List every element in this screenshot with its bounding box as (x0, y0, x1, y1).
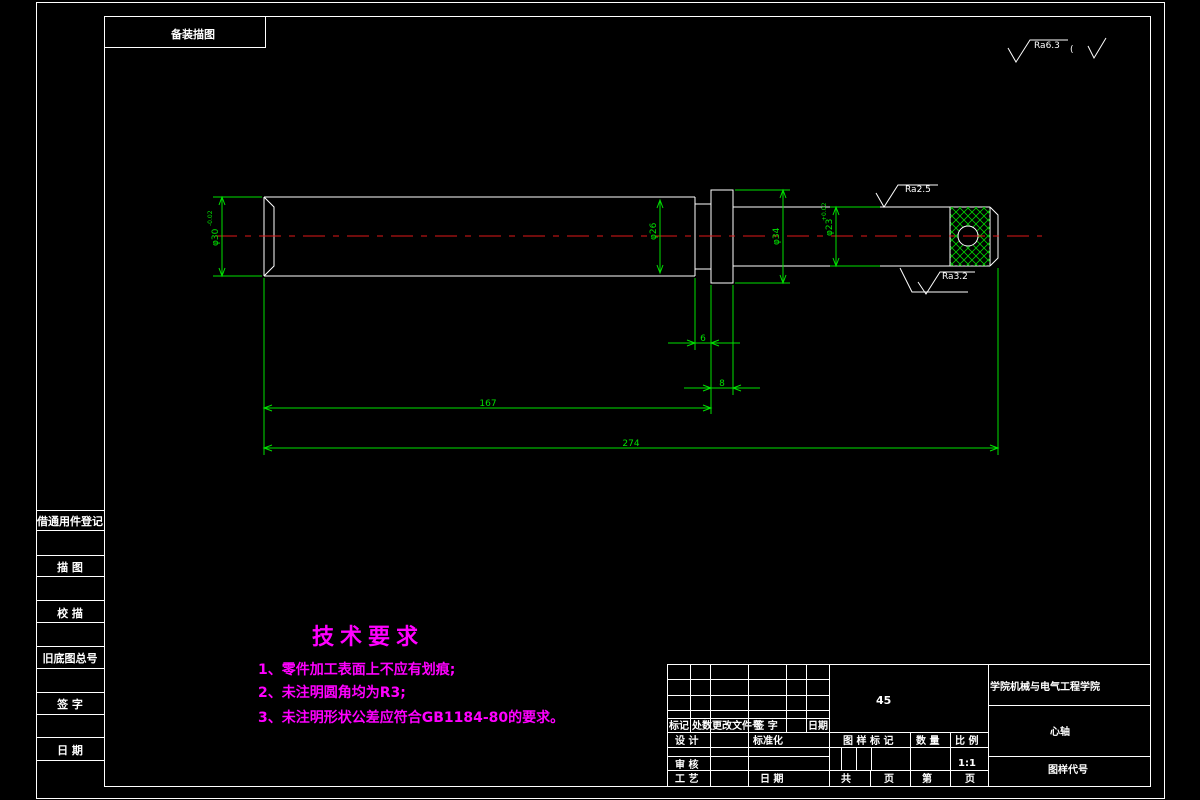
tb-chushu: 处数 (691, 719, 713, 732)
dim-d30-tol: -0.02 (207, 210, 214, 226)
dim-274: 274 (622, 439, 639, 449)
roughness-plain-icon (1087, 37, 1107, 60)
dim-6: 6 (700, 334, 706, 344)
tb-drawing-no: 图样代号 (1048, 763, 1088, 776)
dim-167: 167 (479, 399, 496, 409)
roughness-paren: ( (1070, 45, 1074, 55)
tb-sheji: 设 计 (675, 734, 698, 747)
roughness-symbol-general: Ra6.3 ( (1007, 37, 1107, 63)
tb-ye2: 页 (965, 773, 975, 785)
tb-bili: 比 例 (955, 734, 978, 747)
tb-riqi: 日期 (808, 719, 828, 732)
tech-item-3: 3、未注明形状公差应符合GB1184-80的要求。 (258, 709, 564, 726)
tb-tuyang-biaoji: 图 样 标 记 (843, 734, 893, 747)
tb-school: 学院机械与电气工程学院 (990, 680, 1100, 693)
roughness-general-label: Ra6.3 (1034, 41, 1060, 51)
side-label-3: 旧底图总号 (43, 651, 98, 665)
tech-item-2: 2、未注明圆角均为R3; (258, 684, 406, 701)
tb-qianzi: 签 字 (753, 719, 777, 732)
tb-biaozhunhua: 标准化 (752, 734, 783, 747)
tb-scale: 1:1 (958, 758, 976, 769)
side-label-0: 借通用件登记 (36, 514, 103, 528)
tech-requirements: 技术要求 1、零件加工表面上不应有划痕; 2、未注明圆角均为R3; 3、未注明形… (258, 625, 564, 726)
side-label-2: 校 描 (57, 606, 83, 620)
dimensions: φ30 -0.02 φ26 φ34 φ23 +0.02 6 8 167 274 (207, 188, 1000, 455)
tb-part-name: 心轴 (1050, 725, 1070, 738)
shaft-part (215, 189, 1042, 284)
drawing-canvas: 备装描图 Ra6.3 ( 借通用件登记 描 图 校 描 旧底图总号 签 字 日 … (36, 2, 1165, 799)
dim-8: 8 (719, 379, 725, 389)
roughness-ra25: Ra2.5 (905, 185, 931, 195)
tech-item-1: 1、零件加工表面上不应有划痕; (258, 661, 455, 678)
tech-title: 技术要求 (312, 625, 424, 650)
side-label-1: 描 图 (57, 560, 83, 574)
dim-d26: φ26 (649, 222, 659, 240)
tb-shuliang: 数 量 (916, 734, 939, 747)
corner-label: 备装描图 (170, 27, 215, 41)
title-block: 标记 处数 更改文件号 签 字 日期 设 计 标准化 审 核 工 艺 日 期 4… (667, 664, 1151, 787)
dim-d23-tol: +0.02 (821, 202, 828, 221)
outer-border (36, 2, 1165, 799)
tb-material: 45 (876, 694, 891, 707)
roughness-ra32: Ra3.2 (942, 272, 968, 282)
tb-di: 第 (922, 772, 932, 785)
tb-gongyi: 工 艺 (675, 772, 698, 785)
tb-ye1: 页 (884, 773, 894, 785)
tb-biaoji: 标记 (668, 719, 689, 732)
tb-gong: 共 (841, 772, 851, 785)
tb-shenhe: 审 核 (675, 758, 698, 771)
dim-d34: φ34 (772, 227, 782, 245)
dim-d30: φ30 (211, 228, 221, 246)
side-label-5: 日 期 (57, 743, 83, 757)
tb-riqi2: 日 期 (760, 772, 783, 785)
side-label-column: 借通用件登记 描 图 校 描 旧底图总号 签 字 日 期 (36, 510, 105, 761)
side-label-4: 签 字 (56, 697, 83, 711)
